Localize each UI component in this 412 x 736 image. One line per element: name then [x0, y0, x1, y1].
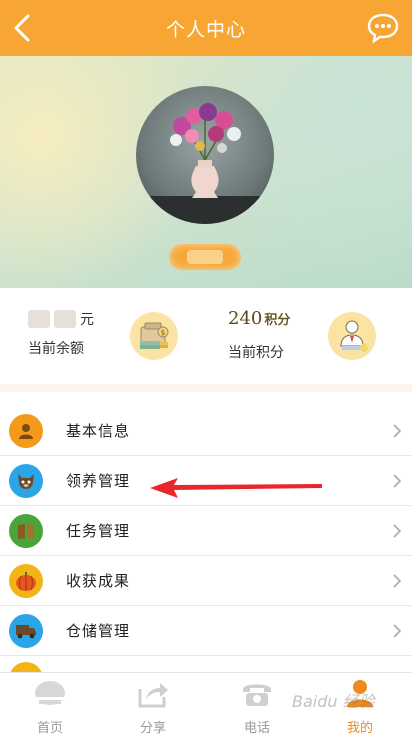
- home-icon: [35, 681, 65, 705]
- tab-label: 分享: [139, 721, 166, 736]
- chevron-right-icon: [393, 424, 402, 438]
- top-bar: 个人中心: [0, 0, 412, 56]
- username-blurred: [187, 250, 223, 264]
- menu-item-label: 领养管理: [66, 472, 131, 490]
- points-stat[interactable]: 240 积分 当前积分: [228, 308, 290, 362]
- chevron-right-icon: [393, 574, 402, 588]
- phone-icon: [243, 684, 271, 706]
- svg-text:$: $: [161, 329, 165, 337]
- animal-icon: [9, 463, 43, 498]
- menu-item-label: 仓储管理: [66, 622, 131, 640]
- menu-item-basic-info[interactable]: 基本信息: [0, 406, 412, 456]
- share-icon: [138, 683, 168, 708]
- profile-banner: [0, 56, 412, 288]
- tab-label: 电话: [243, 721, 270, 736]
- pumpkin-icon: [9, 563, 43, 598]
- username-badge: [169, 244, 241, 270]
- book-icon: [9, 513, 43, 548]
- wallet-money-icon: $: [130, 312, 178, 360]
- balance-label: 当前余额: [28, 341, 84, 357]
- menu-item-label: 收获成果: [66, 572, 131, 590]
- menu-item-label: 基本信息: [66, 422, 131, 440]
- user-award-icon: [328, 312, 376, 360]
- tab-share[interactable]: 分享: [118, 679, 188, 736]
- menu-item-tasks[interactable]: 任务管理: [0, 506, 412, 556]
- tab-home[interactable]: 首页: [15, 679, 85, 736]
- menu-list: 基本信息 领养管理 任务管理 收获成果 仓储管理: [0, 406, 412, 656]
- message-button[interactable]: [366, 11, 400, 45]
- app-screen: 个人中心 元 当前余额 $ 240 积分 当前积分 基本信息 领养管理 任务管理…: [0, 0, 412, 736]
- tab-label: 首页: [36, 721, 63, 736]
- balance-stat[interactable]: 元 当前余额: [28, 308, 98, 358]
- person-icon: [9, 413, 43, 448]
- chat-icon: [367, 13, 399, 44]
- points-label: 当前积分: [228, 345, 284, 361]
- tab-label: 我的: [346, 721, 373, 736]
- chevron-right-icon: [393, 474, 402, 488]
- avatar[interactable]: [136, 86, 274, 224]
- page-title: 个人中心: [165, 18, 246, 41]
- flower-vase-avatar: [136, 103, 274, 224]
- menu-item-harvest[interactable]: 收获成果: [0, 556, 412, 606]
- watermark: Baidu 经验: [292, 692, 375, 711]
- section-divider: [0, 384, 412, 392]
- truck-icon: [9, 613, 43, 648]
- menu-item-storage[interactable]: 仓储管理: [0, 606, 412, 656]
- points-unit: 积分: [264, 313, 291, 328]
- menu-item-label: 任务管理: [66, 522, 131, 540]
- points-value: 240: [228, 308, 263, 329]
- account-stats: 元 当前余额 $ 240 积分 当前积分: [0, 288, 412, 384]
- chevron-right-icon: [393, 524, 402, 538]
- back-icon: [14, 14, 30, 42]
- tab-phone[interactable]: 电话: [222, 679, 292, 736]
- chevron-right-icon: [393, 624, 402, 638]
- red-arrow-annotation: [150, 478, 322, 498]
- back-button[interactable]: [6, 8, 46, 48]
- balance-value: 元: [28, 308, 98, 330]
- balance-unit: 元: [80, 312, 94, 328]
